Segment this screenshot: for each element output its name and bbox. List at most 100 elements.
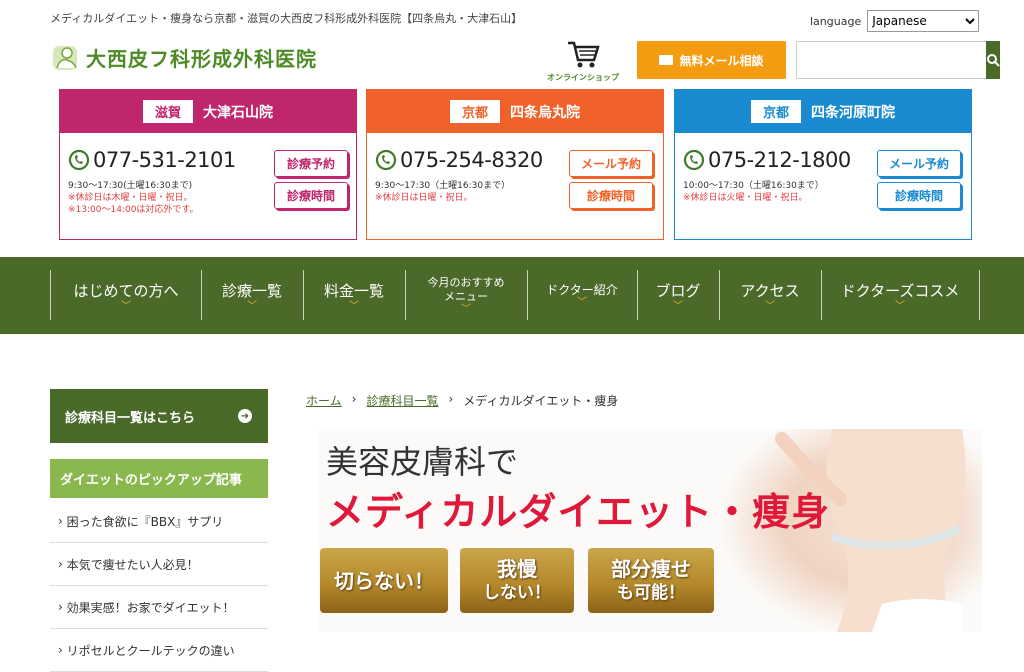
chevron-down-icon: ﹀ (577, 297, 587, 308)
clinic-header: 滋賀 大津石山院 (60, 90, 356, 133)
breadcrumb-home[interactable]: ホーム (306, 392, 342, 409)
language-selector: language Japanese (810, 10, 980, 32)
clinic-phone-number: 077-531-2101 (93, 148, 236, 172)
hours-button[interactable]: 診療時間 (877, 182, 961, 209)
mail-icon (659, 55, 674, 65)
chevron-down-icon: ﹀ (895, 300, 905, 312)
nav-item-doctors[interactable]: ドクター紹介 ﹀ (528, 270, 636, 320)
badge-spot-slimming: 部分痩せ も可能！ (588, 548, 714, 613)
arrow-right-icon: ➜ (238, 409, 252, 423)
mail-button-label: 無料メール相談 (679, 53, 764, 68)
clinic-name: 大津石山院 (203, 104, 273, 121)
treatment-list-link[interactable]: 診療科目一覧はこちら ➜ (50, 389, 268, 443)
reservation-button[interactable]: 診療予約 (274, 150, 348, 177)
search-input[interactable] (796, 41, 986, 79)
clinic-phone[interactable]: 075-212-1800 (683, 148, 851, 172)
badge-text: も可能！ (617, 582, 685, 603)
clinic-hours: 9:30〜17:30(土曜16:30まで) ※休診日は木曜・日曜・祝日。 ※13… (68, 180, 199, 216)
hours-button[interactable]: 診療時間 (569, 182, 653, 209)
clinic-hours: 9:30〜17:30（土曜16:30まで） ※休診日は日曜・祝日。 (375, 180, 510, 204)
nav-label: 診療一覧 (221, 281, 282, 300)
logo-icon (53, 46, 77, 70)
shop-label: オンラインショップ (547, 73, 619, 82)
nav-label: 料金一覧 (323, 281, 384, 300)
list-item[interactable]: › 効果実感！お家でダイエット！ (50, 586, 268, 629)
breadcrumb-list[interactable]: 診療科目一覧 (366, 392, 438, 409)
online-shop-link[interactable]: オンラインショップ (544, 38, 622, 83)
nav-label: ドクター紹介 (546, 283, 618, 297)
clinic-name: 四条河原町院 (811, 104, 895, 121)
clinic-phone[interactable]: 077-531-2101 (68, 148, 236, 172)
nav-divider (50, 270, 51, 320)
clinic-card-shijo-kawaramachi: 京都 四条河原町院 075-212-1800 10:00〜17:30（土曜16:… (674, 89, 972, 240)
breadcrumb: ホーム › 診療科目一覧 › メディカルダイエット・痩身 (306, 392, 618, 409)
global-nav: はじめての方へ ﹀ 診療一覧 ﹀ 料金一覧 ﹀ 今月のおすすめ メニュー ﹀ ドクター紹… (0, 257, 1024, 334)
clinic-phone-number: 075-254-8320 (400, 148, 543, 172)
search-box (796, 41, 1000, 79)
clinic-prefecture: 滋賀 (142, 100, 193, 123)
clinic-header: 京都 四条烏丸院 (367, 90, 663, 133)
search-icon (987, 54, 1000, 67)
phone-icon (683, 149, 705, 171)
cart-icon (568, 41, 600, 68)
closed-note: ※休診日は火曜・日曜・祝日。 (683, 193, 808, 203)
language-label: language (810, 14, 862, 28)
breadcrumb-separator: › (351, 392, 357, 406)
mail-reservation-button[interactable]: メール予約 (877, 150, 961, 177)
free-mail-consult-button[interactable]: 無料メール相談 (637, 41, 786, 79)
nav-item-prices[interactable]: 料金一覧 ﹀ (304, 270, 404, 320)
list-item[interactable]: › リポセルとクールテックの違い (50, 629, 268, 672)
chevron-down-icon: ﹀ (461, 304, 471, 315)
badge-no-cut: 切らない！ (320, 548, 448, 613)
list-item-label: 本気で痩せたい人必見！ (66, 557, 199, 572)
badge-text: 部分痩せ (611, 556, 691, 581)
nav-label: 今月のおすすめ メニュー (427, 276, 505, 303)
nav-item-doctors-cosme[interactable]: ドクターズコスメ ﹀ (822, 270, 978, 320)
hours-text: 9:30〜17:30(土曜16:30まで) (68, 181, 193, 191)
nav-divider (979, 270, 980, 320)
nav-item-monthly-recommend[interactable]: 今月のおすすめ メニュー ﹀ (406, 270, 526, 320)
clinic-phone-number: 075-212-1800 (708, 148, 851, 172)
mail-reservation-button[interactable]: メール予約 (569, 150, 653, 177)
clinic-card-shijo-karasuma: 京都 四条烏丸院 075-254-8320 9:30〜17:30（土曜16:30… (366, 89, 664, 240)
nav-item-first-visit[interactable]: はじめての方へ ﹀ (52, 270, 200, 320)
search-button[interactable] (986, 41, 1000, 79)
list-item-label: 困った食欲に『BBX』サプリ (66, 514, 224, 529)
clinic-phone[interactable]: 075-254-8320 (375, 148, 543, 172)
nav-label: ドクターズコスメ (840, 281, 960, 300)
closed-note: ※休診日は木曜・日曜・祝日。 (68, 193, 193, 203)
list-item[interactable]: › 困った食欲に『BBX』サプリ (50, 500, 268, 543)
hours-text: 9:30〜17:30（土曜16:30まで） (375, 181, 511, 191)
hero-title-line1: 美容皮膚科で (326, 443, 519, 481)
nav-item-treatments[interactable]: 診療一覧 ﹀ (202, 270, 302, 320)
nav-label: はじめての方へ (73, 281, 179, 300)
hours-text: 10:00〜17:30（土曜16:30まで） (683, 181, 824, 191)
site-logo[interactable]: 大西皮フ科形成外科医院 (52, 42, 317, 72)
clinic-prefecture: 京都 (750, 100, 801, 123)
breadcrumb-separator: › (448, 392, 454, 406)
chevron-down-icon: ﹀ (349, 300, 359, 312)
list-item-label: 効果実感！お家でダイエット！ (66, 600, 235, 615)
hero-title-line2: メディカルダイエット・痩身 (326, 489, 830, 534)
site-tagline: メディカルダイエット・痩身なら京都・滋賀の大西皮フ科形成外科医院【四条烏丸・大津… (50, 12, 523, 25)
badge-text: 我慢 (497, 556, 537, 581)
chevron-down-icon: ﹀ (673, 300, 683, 312)
breadcrumb-current: メディカルダイエット・痩身 (463, 394, 619, 408)
hours-button[interactable]: 診療時間 (274, 182, 348, 209)
clinic-card-otsu: 滋賀 大津石山院 077-531-2101 9:30〜17:30(土曜16:30… (59, 89, 357, 240)
pickup-list: › 困った食欲に『BBX』サプリ › 本気で痩せたい人必見！ › 効果実感！お家… (50, 500, 268, 672)
closed-note: ※休診日は日曜・祝日。 (375, 193, 473, 203)
nav-item-blog[interactable]: ブログ ﹀ (638, 270, 718, 320)
badge-no-endure: 我慢 しない！ (460, 548, 574, 613)
badge-text: 切らない！ (334, 568, 434, 593)
language-select[interactable]: Japanese (867, 10, 980, 32)
chevron-down-icon: ﹀ (247, 300, 257, 312)
chevron-down-icon: ﹀ (765, 300, 775, 312)
list-item[interactable]: › 本気で痩せたい人必見！ (50, 543, 268, 586)
list-item-label: リポセルとクールテックの違い (66, 643, 235, 658)
treatment-list-label: 診療科目一覧はこちら (65, 410, 196, 426)
clinic-name: 四条烏丸院 (510, 104, 580, 121)
nav-label: ブログ (655, 281, 701, 300)
nav-item-access[interactable]: アクセス ﹀ (720, 270, 820, 320)
phone-icon (68, 149, 90, 171)
